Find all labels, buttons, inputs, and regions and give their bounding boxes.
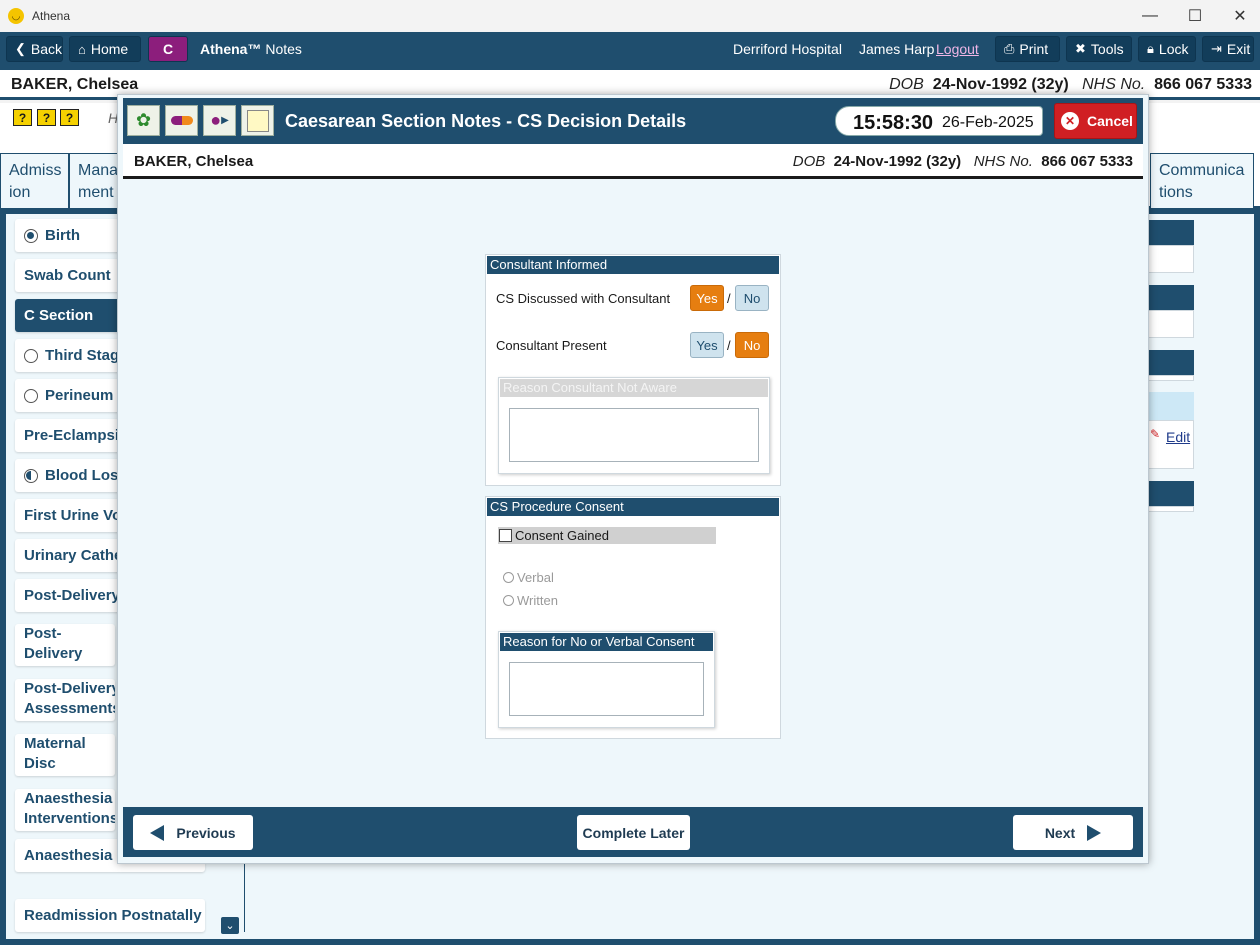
patient-info: DOB 24-Nov-1992 (32y) NHS No. 866 067 53…	[889, 76, 1252, 93]
consultant-informed-panel: Consultant Informed CS Discussed with Co…	[485, 254, 781, 486]
sidebar-item-post-delivery-assessments[interactable]: Post-Delivery Assessments	[15, 679, 115, 721]
consent-gained-checkbox[interactable]: Consent Gained	[498, 527, 716, 544]
reason-consultant-not-aware-header: Reason Consultant Not Aware	[500, 379, 768, 397]
cs-discussed-label: CS Discussed with Consultant	[496, 291, 671, 306]
previous-button[interactable]: Previous	[133, 815, 253, 850]
cs-procedure-consent-panel: CS Procedure Consent Consent Gained Verb…	[485, 496, 781, 739]
notepad-icon[interactable]	[241, 105, 274, 136]
tools-icon: ✖	[1075, 41, 1086, 56]
user-name: James Harp	[859, 41, 935, 57]
minimize-button[interactable]: —	[1127, 0, 1173, 32]
arrow-left-icon	[150, 824, 165, 841]
main-toolbar: ❮ Back ⌂ Home C Athena™ Notes Derriford …	[0, 32, 1260, 66]
empty-radio-icon	[24, 348, 38, 363]
reason-no-verbal-consent-group: Reason for No or Verbal Consent	[498, 631, 715, 728]
consultant-informed-header: Consultant Informed	[487, 256, 779, 274]
arrow-right-icon	[1087, 824, 1102, 841]
next-button[interactable]: Next	[1013, 815, 1133, 850]
tools-button[interactable]: ✖ Tools	[1066, 36, 1132, 62]
bg-section-header	[1146, 350, 1194, 375]
reason-consultant-not-aware-group: Reason Consultant Not Aware	[498, 377, 770, 474]
pill-icon[interactable]	[165, 105, 198, 136]
home-icon: ⌂	[78, 41, 86, 57]
sidebar-divider	[244, 855, 245, 932]
cs-discussed-yes-button[interactable]: Yes	[690, 285, 724, 311]
edit-link[interactable]: Edit	[1166, 429, 1190, 445]
complete-radio-icon	[24, 228, 38, 243]
bg-section-box	[1146, 375, 1194, 381]
app-brand: Athena™ Notes	[200, 41, 302, 57]
help-icon[interactable]: ?	[37, 109, 56, 126]
datetime-display: 15:58:30 26-Feb-2025	[835, 106, 1043, 136]
back-button[interactable]: ❮ Back	[6, 36, 63, 62]
sidebar-item-anaesthesia-interventions[interactable]: Anaesthesia Interventions	[15, 789, 115, 831]
bg-section-header	[1146, 220, 1194, 245]
modal-title: Caesarean Section Notes - CS Decision De…	[285, 111, 687, 131]
reason-no-verbal-consent-header: Reason for No or Verbal Consent	[500, 633, 713, 651]
tab-admission[interactable]: Admiss ion	[0, 153, 69, 208]
help-alt-icon[interactable]: ?	[60, 109, 79, 126]
consultant-present-no-button[interactable]: No	[735, 332, 769, 358]
written-radio[interactable]: Written	[503, 593, 558, 608]
chevron-left-icon: ❮	[15, 41, 26, 56]
close-window-button[interactable]: ✕	[1217, 0, 1260, 32]
home-button[interactable]: ⌂ Home	[69, 36, 141, 62]
lock-icon: 🔒︎	[1147, 41, 1154, 56]
help-list-icon[interactable]: ?	[13, 109, 32, 126]
exit-icon: ⇥	[1211, 41, 1222, 56]
logout-link[interactable]: Logout	[936, 41, 979, 57]
partial-radio-icon	[24, 468, 38, 483]
clock-time: 15:58:30	[853, 112, 934, 134]
bg-highlight-row	[1146, 392, 1194, 420]
cs-discussed-no-button[interactable]: No	[735, 285, 769, 311]
reason-consultant-not-aware-input[interactable]	[509, 408, 759, 462]
consultant-present-yes-button[interactable]: Yes	[690, 332, 724, 358]
clock-date: 26-Feb-2025	[942, 114, 1034, 131]
modal-footer: Previous Complete Later Next	[123, 807, 1143, 857]
maximize-button[interactable]: ☐	[1172, 0, 1218, 32]
reason-no-verbal-consent-input[interactable]	[509, 662, 704, 716]
printer-icon: ⎙	[1004, 41, 1015, 56]
separator: /	[727, 291, 731, 306]
hospital-name: Derriford Hospital	[733, 41, 842, 57]
bg-section-box	[1146, 506, 1194, 512]
mother-baby-icon[interactable]: ● ▶	[203, 105, 236, 136]
sidebar-item-post-delivery-notes[interactable]: Post-Delivery Notes	[15, 624, 115, 666]
tab-management[interactable]: Mana ment	[69, 153, 121, 208]
radio-icon	[503, 595, 514, 606]
modal-patient-banner: BAKER, Chelsea DOB 24-Nov-1992 (32y) NHS…	[123, 144, 1143, 179]
modal-patient-name: BAKER, Chelsea	[134, 153, 254, 170]
c-badge-button[interactable]: C	[148, 36, 188, 62]
sidebar-scroll-down-button[interactable]: ⌄	[221, 917, 239, 934]
cs-decision-modal: ✿ ● ▶ Caesarean Section Notes - CS Decisi…	[117, 94, 1149, 864]
close-circle-icon: ✕	[1061, 112, 1079, 130]
window-titlebar: ◡ Athena — ☐ ✕	[0, 0, 1260, 32]
bg-section-box	[1146, 310, 1194, 338]
modal-patient-info: DOB 24-Nov-1992 (32y) NHS No. 866 067 53…	[792, 153, 1133, 170]
modal-header: ✿ ● ▶ Caesarean Section Notes - CS Decisi…	[123, 98, 1143, 144]
patient-name: BAKER, Chelsea	[11, 76, 139, 93]
athena-app-icon: ◡	[8, 8, 24, 24]
pencil-icon: ✎	[1150, 427, 1161, 441]
radio-icon	[503, 572, 514, 583]
lock-button[interactable]: 🔒︎ Lock	[1138, 36, 1196, 62]
print-button[interactable]: ⎙ Print	[995, 36, 1060, 62]
window-title: Athena	[32, 9, 71, 23]
consultant-present-label: Consultant Present	[496, 338, 607, 353]
separator: /	[727, 338, 731, 353]
cs-procedure-consent-header: CS Procedure Consent	[487, 498, 779, 516]
bg-section-box	[1146, 245, 1194, 273]
exit-button[interactable]: ⇥ Exit	[1202, 36, 1254, 62]
bg-section-header	[1146, 285, 1194, 310]
cancel-button[interactable]: ✕ Cancel	[1054, 103, 1137, 139]
bg-section-header	[1146, 481, 1194, 506]
clover-icon[interactable]: ✿	[127, 105, 160, 136]
complete-later-button[interactable]: Complete Later	[577, 815, 690, 850]
empty-radio-icon	[24, 388, 38, 403]
verbal-radio[interactable]: Verbal	[503, 570, 554, 585]
checkbox-icon	[499, 529, 512, 542]
tab-communications[interactable]: Communica tions	[1150, 153, 1254, 208]
sidebar-item-readmission-postnatally[interactable]: Readmission Postnatally	[15, 899, 205, 932]
sidebar-item-maternal-discharge-summary[interactable]: Maternal Disc Summary	[15, 734, 115, 776]
